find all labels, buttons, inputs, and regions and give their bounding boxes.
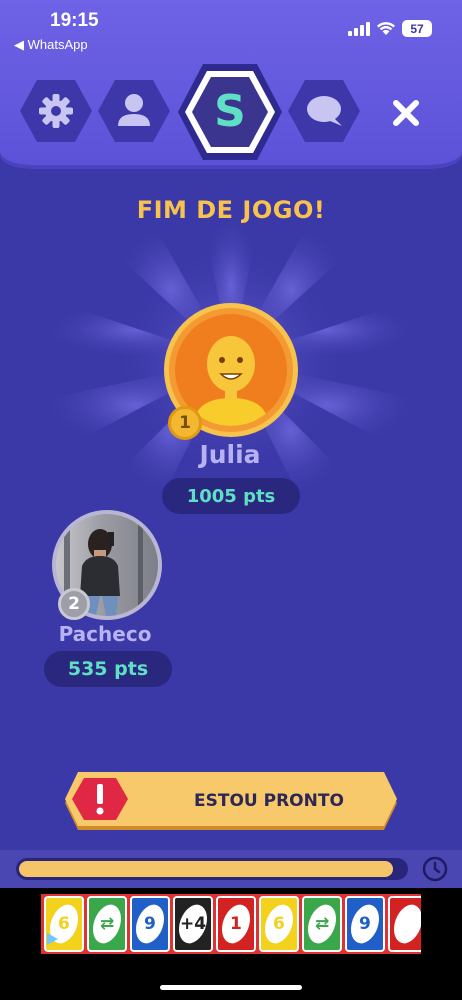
ad-card-value: 1 xyxy=(230,914,242,934)
tab-profile[interactable] xyxy=(96,78,172,144)
ad-card: 9 xyxy=(345,896,385,952)
ad-card: ⇄ xyxy=(87,896,127,952)
player-2-name: Pacheco xyxy=(58,622,152,646)
ad-card: ⇄ xyxy=(302,896,342,952)
home-indicator xyxy=(160,985,302,990)
close-button[interactable] xyxy=(383,90,429,136)
ad-card: 9 xyxy=(130,896,170,952)
ad-card: 6 xyxy=(259,896,299,952)
timer-track xyxy=(16,858,408,880)
ad-card-strip: 6 ⇄ 9 +4 1 6 ⇄ 9 xyxy=(41,894,421,954)
tab-settings[interactable] xyxy=(18,78,94,144)
status-time: 19:15 xyxy=(50,10,99,31)
back-to-whatsapp-link[interactable]: ◀ WhatsApp xyxy=(14,37,88,53)
turn-timer-bar xyxy=(0,850,462,888)
ad-card-value: 9 xyxy=(144,914,156,934)
ad-card-value: 6 xyxy=(273,914,285,934)
player-1-points: 1005 pts xyxy=(162,478,300,514)
ad-card-value: 9 xyxy=(359,914,371,934)
game-over-title: FIM DE JOGO! xyxy=(136,196,326,224)
clock-icon xyxy=(422,856,448,882)
ad-card-value: +4 xyxy=(179,914,207,935)
player-2-rank-badge: 2 xyxy=(58,588,90,620)
ad-card: +4 xyxy=(173,896,213,952)
ready-button[interactable]: ESTOU PRONTO xyxy=(64,770,398,832)
wifi-icon xyxy=(377,22,395,35)
s-logo: S xyxy=(214,86,246,137)
ad-card-value: ⇄ xyxy=(314,914,330,934)
signal-icon xyxy=(348,21,370,36)
player-1-name: Julia xyxy=(199,440,261,469)
top-header: 19:15 ◀ WhatsApp 57 S xyxy=(0,0,462,165)
battery-indicator: 57 xyxy=(402,20,432,37)
status-icons: 57 xyxy=(348,20,432,37)
alert-icon xyxy=(96,784,104,815)
ad-choices-icon[interactable] xyxy=(45,932,59,946)
gear-icon xyxy=(39,94,73,128)
timer-fill xyxy=(19,861,394,877)
player-2-points: 535 pts xyxy=(44,651,172,687)
ad-banner[interactable]: 6 ⇄ 9 +4 1 6 ⇄ 9 xyxy=(0,888,462,1000)
player-1-rank-badge: 1 xyxy=(168,406,202,440)
tab-chat[interactable] xyxy=(286,78,362,144)
close-icon xyxy=(393,100,419,126)
ad-card-value: 6 xyxy=(58,914,70,934)
ready-button-label: ESTOU PRONTO xyxy=(194,791,344,811)
ad-card: 1 xyxy=(216,896,256,952)
ad-card xyxy=(388,896,421,952)
ad-card-value: ⇄ xyxy=(99,914,115,934)
